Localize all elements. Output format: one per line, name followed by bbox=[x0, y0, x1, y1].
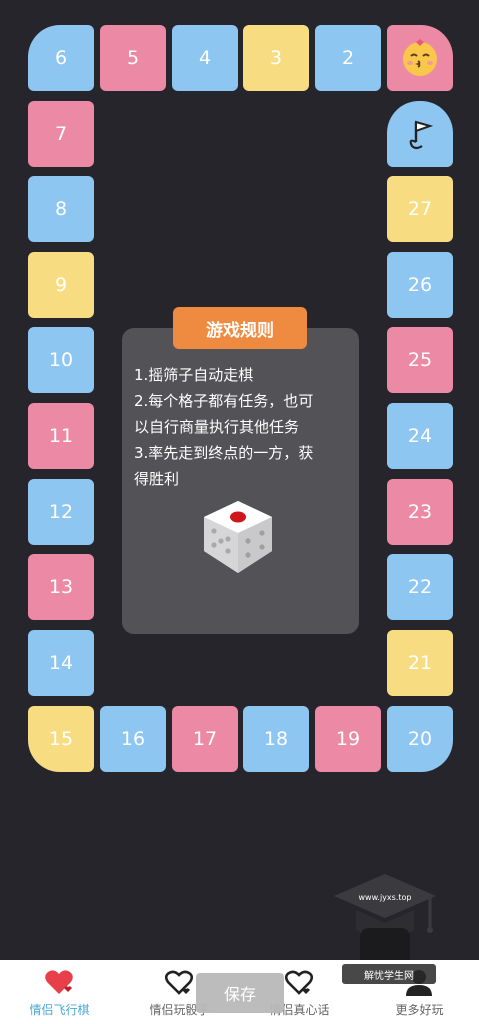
board-cell-4: 4 bbox=[172, 25, 238, 91]
board-cell-2: 2 bbox=[315, 25, 381, 91]
tab-label: 情侣飞行棋 bbox=[29, 1003, 90, 1017]
rules-line: 2.每个格子都有任务，也可 bbox=[134, 392, 314, 410]
board-cell-5: 5 bbox=[100, 25, 166, 91]
board-cell-23: 23 bbox=[387, 479, 453, 545]
save-button[interactable]: 保存 bbox=[196, 973, 284, 1013]
board-cell-18: 18 bbox=[243, 706, 309, 772]
heart-outline-icon bbox=[164, 970, 194, 995]
heart-icon bbox=[45, 970, 73, 994]
board-cell-14: 14 bbox=[28, 630, 94, 696]
watermark-url: www.jyxs.top bbox=[359, 893, 412, 902]
start-cell bbox=[387, 25, 453, 91]
board-cell-24: 24 bbox=[387, 403, 453, 469]
board-cell-13: 13 bbox=[28, 554, 94, 620]
board-cell-7: 7 bbox=[28, 101, 94, 167]
board-cell-17: 17 bbox=[172, 706, 238, 772]
dice-icon[interactable] bbox=[196, 495, 280, 579]
board-cell-21: 21 bbox=[387, 630, 453, 696]
rules-line: 1.摇筛子自动走棋 bbox=[134, 366, 254, 384]
board-cell-22: 22 bbox=[387, 554, 453, 620]
board-cell-26: 26 bbox=[387, 252, 453, 318]
finish-cell bbox=[387, 101, 453, 167]
board-cell-6: 6 bbox=[28, 25, 94, 91]
board-cell-10: 10 bbox=[28, 327, 94, 393]
board-cell-19: 19 bbox=[315, 706, 381, 772]
board-cell-9: 9 bbox=[28, 252, 94, 318]
rules-text: 1.摇筛子自动走棋 2.每个格子都有任务，也可 以自行商量执行其他任务 3.率先… bbox=[134, 362, 352, 492]
board-cell-15: 15 bbox=[28, 706, 94, 772]
heart-outline-icon bbox=[284, 970, 314, 995]
board-cell-12: 12 bbox=[28, 479, 94, 545]
board-cell-20: 20 bbox=[387, 706, 453, 772]
board-cell-27: 27 bbox=[387, 176, 453, 242]
rules-line: 3.率先走到终点的一方，获 bbox=[134, 444, 314, 462]
board-cell-25: 25 bbox=[387, 327, 453, 393]
rules-line: 得胜利 bbox=[134, 470, 180, 488]
board-cell-3: 3 bbox=[243, 25, 309, 91]
rules-title: 游戏规则 bbox=[173, 307, 307, 349]
board-cell-11: 11 bbox=[28, 403, 94, 469]
tab-couple-flight-chess[interactable]: 情侣飞行棋 bbox=[0, 960, 119, 1024]
board-cell-16: 16 bbox=[100, 706, 166, 772]
tab-label: 更多好玩 bbox=[395, 1003, 444, 1017]
finish-flag-icon bbox=[409, 120, 434, 150]
watermark-label: 解忧学生网 bbox=[342, 964, 436, 984]
kiss-face-icon bbox=[403, 39, 437, 76]
board-cell-8: 8 bbox=[28, 176, 94, 242]
rules-line: 以自行商量执行其他任务 bbox=[134, 418, 300, 436]
